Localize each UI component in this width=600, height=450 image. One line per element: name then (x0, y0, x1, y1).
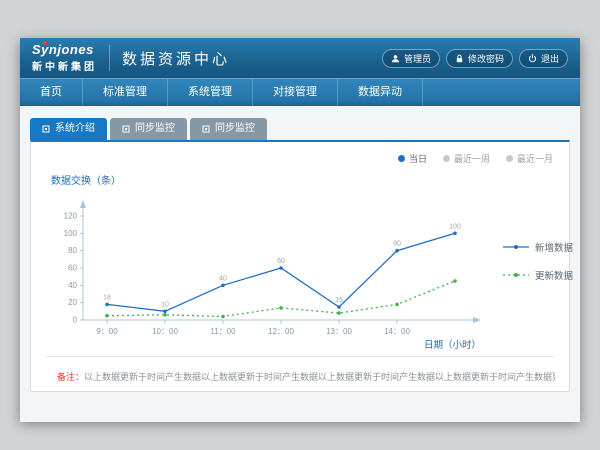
nav-system-mgmt[interactable]: 系统管理 (168, 79, 253, 106)
footnote-prefix: 备注： (57, 372, 84, 382)
tab-label: 系统介绍 (55, 118, 95, 140)
svg-text:14：00: 14：00 (384, 327, 410, 336)
tab-icon (42, 125, 50, 133)
svg-text:18: 18 (103, 294, 111, 301)
lock-icon (455, 54, 464, 63)
svg-text:12：00: 12：00 (268, 327, 294, 336)
footnote-text: 以上数据更新于时间产生数据以上数据更新于时间产生数据以上数据更新于时间产生数据以… (84, 372, 555, 382)
svg-text:60: 60 (68, 264, 77, 273)
svg-text:80: 80 (68, 246, 77, 255)
legend-line-icon (503, 242, 529, 252)
legend-label: 新增数据 (535, 240, 573, 254)
admin-button[interactable]: 管理员 (382, 49, 440, 68)
tab-sync-monitor-1[interactable]: 同步监控 (110, 118, 187, 140)
filter-today[interactable]: 当日 (398, 152, 427, 165)
filter-last-week[interactable]: 最近一周 (443, 152, 490, 165)
svg-text:10：00: 10：00 (152, 327, 178, 336)
header-actions: 管理员 修改密码 退出 (382, 49, 568, 68)
brand-company: 新中新集团 (32, 58, 97, 73)
nav-connect-mgmt[interactable]: 对接管理 (253, 79, 338, 106)
svg-text:11：00: 11：00 (210, 327, 236, 336)
tab-icon (202, 125, 210, 133)
svg-text:0: 0 (73, 316, 78, 325)
filter-dot-icon (398, 155, 405, 162)
tabs-row: 系统介绍 同步监控 同步监控 (20, 106, 580, 140)
svg-text:120: 120 (64, 212, 78, 221)
brand-logo: Synjones 新中新集团 (32, 43, 97, 73)
filter-label: 最近一周 (454, 152, 490, 165)
filter-label: 最近一月 (517, 152, 553, 165)
svg-text:100: 100 (449, 223, 461, 230)
filter-label: 当日 (409, 152, 427, 165)
y-axis-title: 数据交换（条） (51, 172, 121, 187)
brand-name: Synjones (32, 43, 97, 56)
logout-button[interactable]: 退出 (519, 49, 568, 68)
svg-text:15: 15 (335, 297, 343, 304)
svg-text:100: 100 (64, 229, 78, 238)
footnote: 备注：以上数据更新于时间产生数据以上数据更新于时间产生数据以上数据更新于时间产生… (57, 370, 555, 384)
action-label: 退出 (541, 52, 559, 65)
svg-text:60: 60 (277, 258, 285, 265)
page-title: 数据资源中心 (122, 48, 230, 69)
line-chart: 0 20 40 60 80 100 120 9：00 10：00 11：00 12：00 13：00 1… (49, 188, 489, 356)
filter-dot-icon (506, 155, 513, 162)
nav-standard-mgmt[interactable]: 标准管理 (83, 79, 168, 106)
tab-icon (122, 125, 130, 133)
legend-item-new-data[interactable]: 新增数据 (503, 240, 573, 254)
main-nav: 首页标准管理系统管理对接管理数据异动 (20, 78, 580, 106)
filter-dot-icon (443, 155, 450, 162)
tab-label: 同步监控 (135, 118, 175, 140)
legend-item-update-data[interactable]: 更新数据 (503, 268, 573, 282)
action-label: 管理员 (404, 52, 431, 65)
change-password-button[interactable]: 修改密码 (446, 49, 513, 68)
svg-text:13：00: 13：00 (326, 327, 352, 336)
logo-red-dot-icon (43, 41, 47, 45)
nav-home[interactable]: 首页 (20, 79, 83, 106)
nav-data-change[interactable]: 数据异动 (338, 79, 423, 106)
panel-divider (45, 356, 555, 357)
user-icon (391, 54, 400, 63)
svg-text:80: 80 (393, 241, 401, 248)
tab-system-intro[interactable]: 系统介绍 (30, 118, 107, 140)
app-window: Synjones 新中新集团 数据资源中心 管理员修改密码退出 首页标准管理系统… (20, 38, 580, 421)
series-legend: 新增数据更新数据 (503, 240, 573, 282)
action-label: 修改密码 (468, 52, 504, 65)
legend-line-icon (503, 270, 529, 280)
header-divider (109, 45, 110, 71)
legend-label: 更新数据 (535, 268, 573, 282)
brand-text: Synjones (32, 42, 94, 57)
svg-text:10: 10 (161, 301, 169, 308)
content-panel: 当日 最近一周 最近一月 数据交换（条） 0 20 40 60 80 100 120 9：00 10… (30, 140, 570, 392)
content-area: 系统介绍 同步监控 同步监控 当日 最近一周 最近一月 数据交换（条） 0 20 40 60 8… (20, 106, 580, 422)
svg-text:40: 40 (219, 275, 227, 282)
svg-text:日期（小时）: 日期（小时） (424, 339, 481, 351)
filter-last-month[interactable]: 最近一月 (506, 152, 553, 165)
chart-filters: 当日 最近一周 最近一月 (398, 152, 553, 165)
tab-label: 同步监控 (215, 118, 255, 140)
app-header: Synjones 新中新集团 数据资源中心 管理员 修改密码 退出 (20, 38, 580, 78)
svg-text:20: 20 (68, 298, 77, 307)
chart-area: 0 20 40 60 80 100 120 9：00 10：00 11：00 12：00 13：00 1… (49, 188, 577, 356)
power-icon (528, 54, 537, 63)
svg-text:40: 40 (68, 281, 77, 290)
tab-sync-monitor-2[interactable]: 同步监控 (190, 118, 267, 140)
svg-text:9：00: 9：00 (96, 327, 118, 336)
